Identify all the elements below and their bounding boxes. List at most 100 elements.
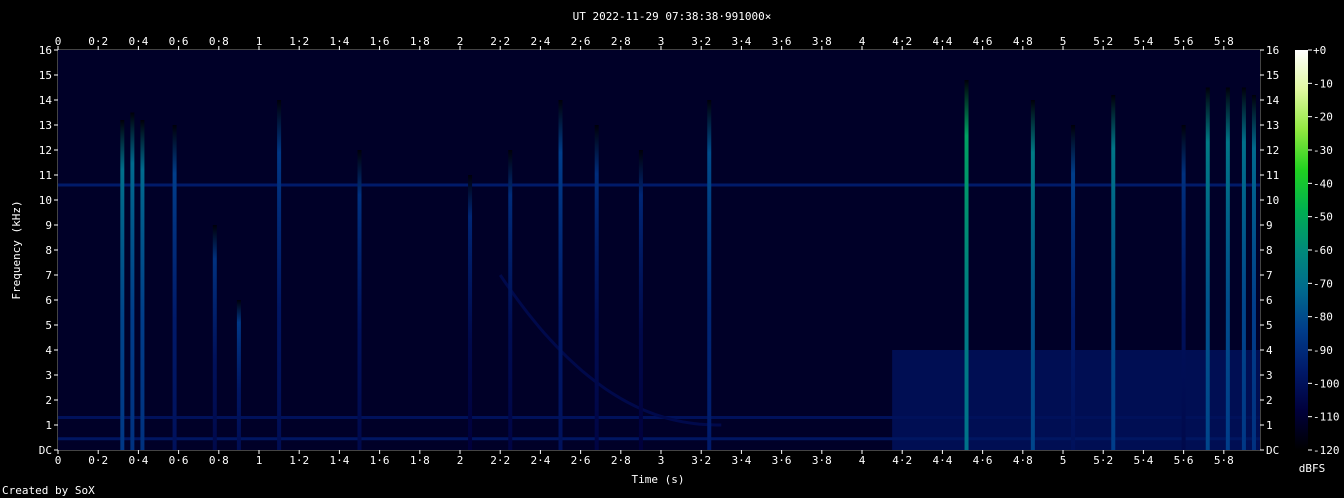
transient-mark	[707, 100, 712, 450]
transient-mark	[1030, 100, 1035, 450]
colorbar-tick-label: -10	[1313, 77, 1333, 90]
x-tick-label-top: 5·8	[1214, 35, 1234, 48]
y-tick-label-right: 13	[1266, 119, 1279, 132]
colorbar-tick-label: -30	[1313, 144, 1333, 157]
x-tick-label-top: 3·8	[812, 35, 832, 48]
x-tick-label-top: 3·4	[731, 35, 751, 48]
y-tick-label: 6	[45, 294, 52, 307]
x-tick-label: 3	[658, 454, 665, 467]
x-tick-label-top: 4·2	[892, 35, 912, 48]
x-axis-top: 0 0·2 0·4 0·6 0·8 1 1·2 1·4 1·6 1·8 2 2·2 2·4 2·6 2·8 3…	[55, 35, 1234, 50]
colorbar-ticks: +0 -10 -20 -30 -40 -50 -60 -70 -80 -90 -100 -110 -12…	[1308, 44, 1340, 457]
colorbar-tick-label: -100	[1313, 377, 1340, 390]
x-axis-label: Time (s)	[632, 473, 685, 486]
x-tick-label-top: 0	[55, 35, 62, 48]
colorbar-tick-label: -90	[1313, 344, 1333, 357]
x-tick-label: 4·4	[932, 454, 952, 467]
transient-mark	[130, 112, 135, 450]
y-tick-label-right: 14	[1266, 94, 1280, 107]
x-tick-label: 5·8	[1214, 454, 1234, 467]
colorbar-tick-label: -70	[1313, 277, 1333, 290]
x-tick-label: 4·8	[1013, 454, 1033, 467]
x-tick-label-top: 1·4	[329, 35, 349, 48]
y-tick-label: DC	[39, 444, 52, 457]
x-tick-label-top: 2·8	[611, 35, 631, 48]
y-tick-label: 16	[39, 44, 52, 57]
spectrogram-plot-area	[57, 49, 1261, 451]
y-tick-label-right: 5	[1266, 319, 1273, 332]
spectrogram-chart: UT 2022-11-29 07:38:38·991000× 0 0·2 0·4 0·…	[2, 10, 1340, 497]
x-tick-label-top: 5·6	[1174, 35, 1194, 48]
x-tick-label: 3·8	[812, 454, 832, 467]
x-tick-label: 3·4	[731, 454, 751, 467]
y-tick-label: 2	[45, 394, 52, 407]
x-tick-label-top: 2·2	[490, 35, 510, 48]
y-tick-label-right: 9	[1266, 219, 1273, 232]
y-tick-label-right: 12	[1266, 144, 1279, 157]
x-tick-label-top: 1·2	[289, 35, 309, 48]
x-tick-label: 5	[1060, 454, 1067, 467]
tonal-line	[58, 183, 1260, 187]
y-tick-label: 3	[45, 369, 52, 382]
y-tick-label-right: 2	[1266, 394, 1273, 407]
y-tick-label: 11	[39, 169, 52, 182]
x-tick-label-top: 3·2	[691, 35, 711, 48]
y-tick-label: 1	[45, 419, 52, 432]
x-tick-label: 0·2	[88, 454, 108, 467]
y-axis-label: Frequency (kHz)	[10, 200, 23, 299]
broadband-region	[892, 350, 1260, 450]
x-tick-label: 5·2	[1093, 454, 1113, 467]
y-tick-label: 5	[45, 319, 52, 332]
x-tick-label-top: 4·4	[932, 35, 952, 48]
colorbar-tick-label: -50	[1313, 211, 1333, 224]
transient-mark	[468, 175, 473, 450]
x-tick-label-top: 1·8	[410, 35, 430, 48]
y-tick-label-right: DC	[1266, 444, 1279, 457]
x-tick-label: 4	[859, 454, 866, 467]
x-tick-label: 5·4	[1133, 454, 1153, 467]
x-tick-label-top: 4	[859, 35, 866, 48]
x-tick-label: 3·6	[772, 454, 792, 467]
y-tick-label-right: 4	[1266, 344, 1273, 357]
y-tick-label-right: 16	[1266, 44, 1279, 57]
x-tick-label: 4·2	[892, 454, 912, 467]
x-tick-label-top: 4·6	[973, 35, 993, 48]
x-tick-label: 0·8	[209, 454, 229, 467]
x-tick-label-top: 3·6	[772, 35, 792, 48]
y-tick-label-right: 6	[1266, 294, 1273, 307]
y-tick-label: 9	[45, 219, 52, 232]
x-tick-label-top: 1·6	[370, 35, 390, 48]
transient-mark	[1225, 87, 1230, 450]
transient-mark	[1111, 95, 1116, 450]
colorbar-tick-label: -40	[1313, 177, 1333, 190]
x-tick-label-top: 1	[256, 35, 263, 48]
transient-mark	[1181, 125, 1186, 450]
colorbar	[1295, 50, 1308, 450]
transient-mark	[357, 150, 362, 450]
colorbar-tick-label: -20	[1313, 111, 1333, 124]
x-tick-label: 2·6	[571, 454, 591, 467]
transient-mark	[594, 125, 599, 450]
y-tick-label-right: 3	[1266, 369, 1273, 382]
y-tick-label-right: 7	[1266, 269, 1273, 282]
x-tick-label: 1·6	[370, 454, 390, 467]
colorbar-tick-label: +0	[1313, 44, 1326, 57]
transient-mark	[1205, 87, 1210, 450]
y-tick-label: 8	[45, 244, 52, 257]
transient-mark	[964, 80, 969, 450]
x-tick-label-top: 2·6	[571, 35, 591, 48]
x-tick-label-top: 3	[658, 35, 665, 48]
x-tick-label: 1	[256, 454, 263, 467]
credit-text: Created by SoX	[2, 484, 95, 497]
x-tick-label-top: 0·4	[128, 35, 148, 48]
y-tick-label-right: 8	[1266, 244, 1273, 257]
y-tick-label: 13	[39, 119, 52, 132]
transient-mark	[1071, 125, 1076, 450]
x-tick-label: 2·4	[530, 454, 550, 467]
x-tick-label: 1·8	[410, 454, 430, 467]
colorbar-tick-label: -110	[1313, 411, 1340, 424]
colorbar-tick-label: -80	[1313, 311, 1333, 324]
transient-mark	[236, 300, 241, 450]
y-tick-label: 4	[45, 344, 52, 357]
transient-mark	[1251, 95, 1256, 450]
